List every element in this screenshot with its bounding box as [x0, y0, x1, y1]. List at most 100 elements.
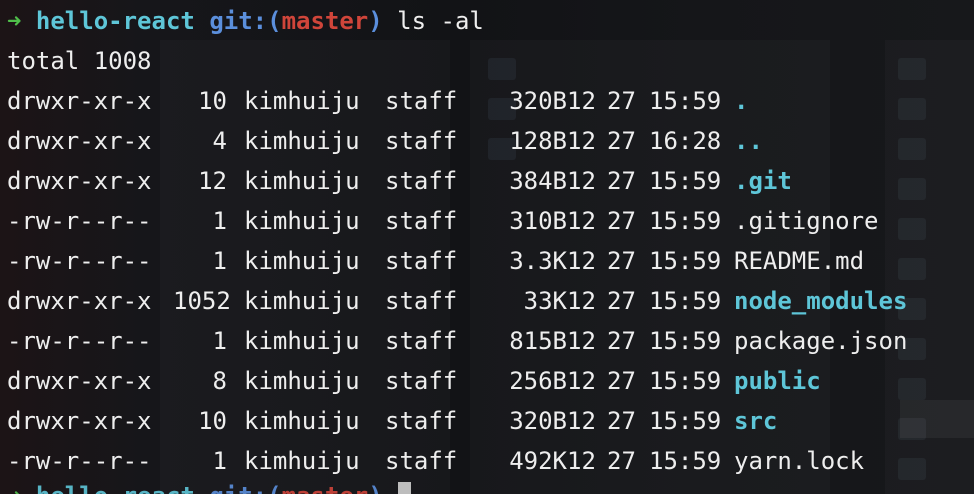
entry-time: 15:59	[649, 287, 722, 315]
entry-user: kimhuiju	[244, 407, 360, 435]
entry-name: public	[734, 367, 821, 395]
entry-user: kimhuiju	[244, 167, 360, 195]
entry-month: 12	[567, 87, 596, 115]
list-item: drwxr-xr-x 12 kimhuiju staff 384B 12 27 15:59 .g…	[7, 161, 967, 201]
entry-month: 12	[567, 247, 596, 275]
entry-month: 12	[567, 327, 596, 355]
entry-time: 15:59	[649, 367, 722, 395]
entry-time: 15:59	[649, 207, 722, 235]
entry-group: staff	[385, 127, 458, 155]
entry-day: 27	[607, 367, 636, 395]
prompt-command: ls -al	[397, 7, 484, 35]
entry-month: 12	[567, 207, 596, 235]
entry-group: staff	[385, 87, 458, 115]
entry-user: kimhuiju	[244, 447, 360, 475]
entry-name: .git	[734, 167, 792, 195]
list-item: drwxr-xr-x 4 kimhuiju staff 128B 12 27 16:28..	[7, 121, 967, 161]
entry-group: staff	[385, 407, 458, 435]
entry-size: 3.3K	[509, 247, 567, 275]
next-prompt-directory: hello-react	[36, 482, 195, 494]
entry-size: 128B	[509, 127, 567, 155]
prompt-git-suffix: )	[368, 7, 383, 35]
entry-links: 4	[212, 127, 227, 155]
entry-size: 815B	[509, 327, 567, 355]
entry-perm: -rw-r--r--	[7, 207, 152, 235]
list-item: drwxr-xr-x 10 kimhuiju staff 320B 12 27 15:59.	[7, 81, 967, 121]
entry-size: 492K	[509, 447, 567, 475]
entry-size: 310B	[509, 207, 567, 235]
next-prompt-arrow-icon: ➜	[7, 482, 21, 494]
entry-time: 15:59	[649, 447, 722, 475]
entry-month: 12	[567, 367, 596, 395]
list-item: drwxr-xr-x 10 kimhuiju staff 320B 12 27 15:59 sr…	[7, 401, 967, 441]
entry-name: ..	[734, 127, 763, 155]
entry-day: 27	[607, 287, 636, 315]
entry-links: 10	[198, 87, 227, 115]
entry-day: 27	[607, 207, 636, 235]
entry-name: .	[734, 87, 749, 115]
entry-group: staff	[385, 207, 458, 235]
entry-size: 320B	[509, 407, 567, 435]
terminal-window[interactable]: ➜ hello-react git:(master) ls -al total …	[0, 0, 974, 494]
entry-name: README.md	[734, 247, 865, 275]
entry-perm: -rw-r--r--	[7, 447, 152, 475]
entry-user: kimhuiju	[244, 287, 360, 315]
entry-links: 1	[212, 327, 227, 355]
entry-day: 27	[607, 127, 636, 155]
next-prompt-git-suffix: )	[368, 482, 382, 494]
entry-time: 15:59	[649, 87, 722, 115]
terminal-cursor	[398, 482, 411, 494]
entry-user: kimhuiju	[244, 367, 360, 395]
entry-name: yarn.lock	[734, 447, 865, 475]
entry-links: 1052	[173, 287, 231, 315]
entry-name: src	[734, 407, 778, 435]
entry-size: 256B	[509, 367, 567, 395]
entry-name: node_modules	[734, 287, 908, 315]
entry-time: 15:59	[649, 327, 722, 355]
next-prompt-git-prefix: git:(	[209, 482, 281, 494]
entry-time: 15:59	[649, 167, 722, 195]
entry-perm: drwxr-xr-x	[7, 367, 152, 395]
list-item: -rw-r--r-- 1 kimhuiju staff 815B 12 27 15:59 pac…	[7, 321, 967, 361]
entry-links: 1	[212, 447, 227, 475]
list-item: -rw-r--r-- 1 kimhuiju staff 310B 12 27 15:59 .gi…	[7, 201, 967, 241]
prompt-directory: hello-react	[35, 7, 195, 35]
entry-perm: drwxr-xr-x	[7, 407, 152, 435]
entry-group: staff	[385, 367, 458, 395]
prompt-branch: master	[281, 7, 369, 35]
entry-group: staff	[385, 247, 458, 275]
entry-name: package.json	[734, 327, 908, 355]
entry-user: kimhuiju	[244, 327, 360, 355]
entry-month: 12	[567, 447, 596, 475]
entry-group: staff	[385, 287, 458, 315]
entry-group: staff	[385, 167, 458, 195]
entry-links: 1	[212, 207, 227, 235]
entry-time: 16:28	[649, 127, 722, 155]
entry-group: staff	[385, 447, 458, 475]
entry-day: 27	[607, 167, 636, 195]
prompt-arrow-icon: ➜	[7, 7, 22, 35]
entry-perm: drwxr-xr-x	[7, 87, 152, 115]
entry-perm: -rw-r--r--	[7, 327, 152, 355]
entry-day: 27	[607, 247, 636, 275]
next-prompt-line: ➜ hello-react git:(master)	[7, 476, 383, 494]
entry-day: 27	[607, 407, 636, 435]
entry-month: 12	[567, 407, 596, 435]
list-item: -rw-r--r-- 1 kimhuiju staff 492K 12 27 15:59 yar…	[7, 441, 967, 481]
entry-day: 27	[607, 447, 636, 475]
entry-links: 8	[212, 367, 227, 395]
entry-size: 384B	[509, 167, 567, 195]
entry-name: .gitignore	[734, 207, 879, 235]
list-item: drwxr-xr-x 8 kimhuiju staff 256B 12 27 15:59 pub…	[7, 361, 967, 401]
prompt-git-prefix: git:(	[209, 7, 282, 35]
prompt-line: ➜ hello-react git:(master) ls -al	[7, 1, 484, 41]
entry-user: kimhuiju	[244, 87, 360, 115]
entry-time: 15:59	[649, 247, 722, 275]
entry-time: 15:59	[649, 407, 722, 435]
entry-links: 10	[198, 407, 227, 435]
entry-group: staff	[385, 327, 458, 355]
entry-links: 12	[198, 167, 227, 195]
entry-month: 12	[567, 127, 596, 155]
list-item: -rw-r--r-- 1 kimhuiju staff 3.3K 12 27 15:59 REA…	[7, 241, 967, 281]
entry-user: kimhuiju	[244, 247, 360, 275]
